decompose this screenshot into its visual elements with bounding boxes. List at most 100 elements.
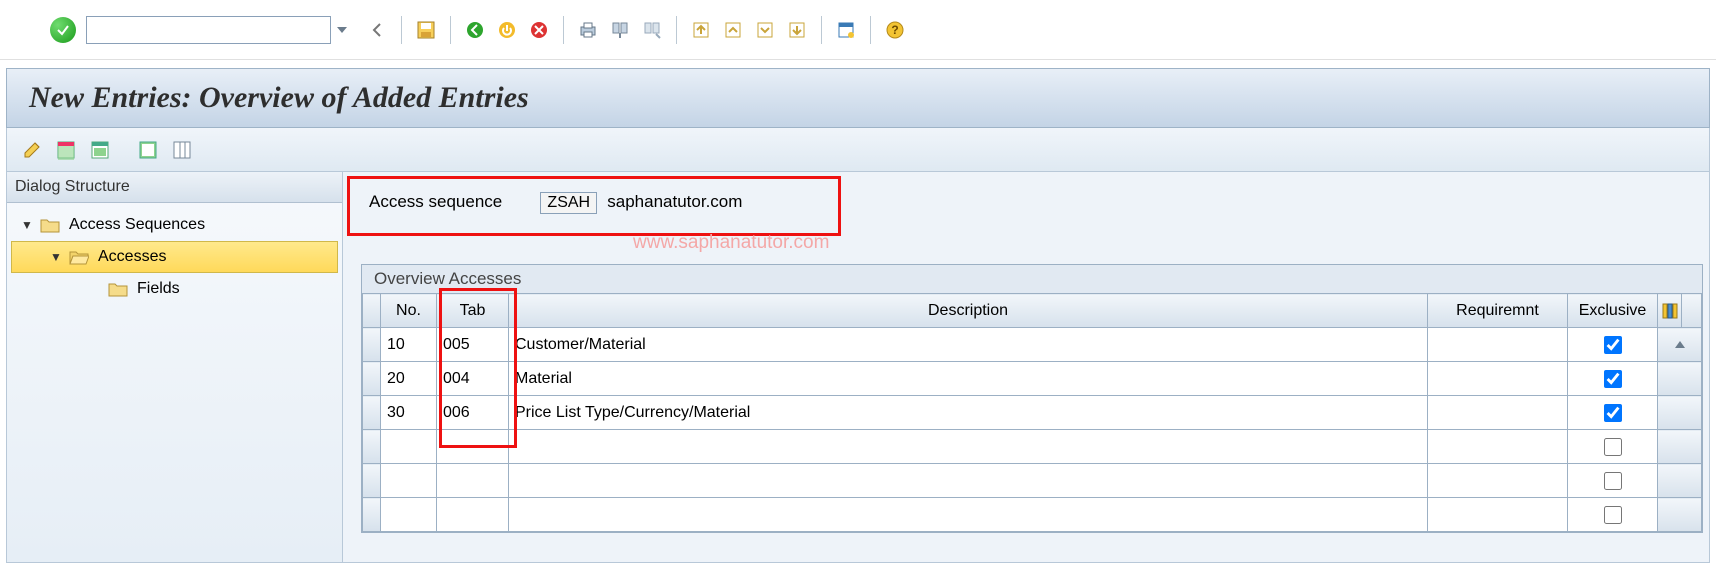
tree-node-fields[interactable]: ▼ Fields <box>11 273 338 305</box>
cell-no[interactable]: 10 <box>381 328 437 362</box>
configure-columns-icon[interactable] <box>171 139 193 161</box>
cell-desc[interactable]: Customer/Material <box>509 328 1428 362</box>
cell-no[interactable] <box>381 430 437 464</box>
select-block-icon[interactable] <box>89 139 111 161</box>
tree-label: Fields <box>137 280 180 298</box>
table-row: 10005Customer/Material <box>363 328 1702 362</box>
cell-tab[interactable]: 005 <box>437 328 509 362</box>
exclusive-checkbox[interactable] <box>1604 506 1622 524</box>
tree-node-access-sequences[interactable]: ▼ Access Sequences <box>11 209 338 241</box>
detail-pane: Access sequence ZSAH saphanatutor.com ww… <box>343 172 1709 562</box>
enter-button[interactable] <box>50 17 76 43</box>
access-sequence-label: Access sequence <box>369 192 502 212</box>
scroll-track[interactable] <box>1658 498 1702 532</box>
table-row: 20004Material <box>363 362 1702 396</box>
cell-desc[interactable] <box>509 498 1428 532</box>
cell-exclusive[interactable] <box>1568 464 1658 498</box>
cell-desc[interactable] <box>509 464 1428 498</box>
next-page-icon[interactable] <box>753 18 777 42</box>
cell-exclusive[interactable] <box>1568 362 1658 396</box>
cell-exclusive[interactable] <box>1568 328 1658 362</box>
exclusive-checkbox[interactable] <box>1604 370 1622 388</box>
cell-exclusive[interactable] <box>1568 396 1658 430</box>
cell-no[interactable] <box>381 464 437 498</box>
tree-label: Accesses <box>98 248 166 266</box>
folder-open-icon <box>68 248 90 266</box>
exclusive-checkbox[interactable] <box>1604 336 1622 354</box>
row-selector-header[interactable] <box>363 294 381 328</box>
row-selector[interactable] <box>363 498 381 532</box>
select-all-icon[interactable] <box>55 139 77 161</box>
row-selector[interactable] <box>363 430 381 464</box>
scroll-track[interactable] <box>1658 430 1702 464</box>
cell-no[interactable] <box>381 498 437 532</box>
print-icon[interactable] <box>576 18 600 42</box>
scroll-track[interactable] <box>1658 328 1702 362</box>
scroll-track[interactable] <box>1658 362 1702 396</box>
col-header-req[interactable]: Requiremnt <box>1428 294 1568 328</box>
cell-tab[interactable] <box>437 498 509 532</box>
cell-req[interactable] <box>1428 498 1568 532</box>
cell-req[interactable] <box>1428 362 1568 396</box>
exclusive-checkbox[interactable] <box>1604 404 1622 422</box>
scroll-track[interactable] <box>1658 464 1702 498</box>
row-selector[interactable] <box>363 396 381 430</box>
command-dropdown-icon[interactable] <box>337 27 347 33</box>
cell-tab[interactable]: 006 <box>437 396 509 430</box>
cell-tab[interactable]: 004 <box>437 362 509 396</box>
prev-page-icon[interactable] <box>721 18 745 42</box>
access-sequence-code: ZSAH <box>540 192 597 214</box>
command-field[interactable] <box>86 16 331 44</box>
new-session-icon[interactable] <box>834 18 858 42</box>
exclusive-checkbox[interactable] <box>1604 438 1622 456</box>
row-selector[interactable] <box>363 362 381 396</box>
scroll-up-icon[interactable] <box>1675 341 1685 348</box>
application-toolbar <box>6 128 1710 172</box>
col-header-tab[interactable]: Tab <box>437 294 509 328</box>
exit-icon[interactable] <box>495 18 519 42</box>
watermark-text: www.saphanatutor.com <box>633 232 829 254</box>
access-sequence-desc: saphanatutor.com <box>607 192 742 212</box>
tree-node-accesses[interactable]: ▼ Accesses <box>11 241 338 273</box>
collapse-icon[interactable]: ▼ <box>48 250 64 264</box>
row-selector[interactable] <box>363 464 381 498</box>
back-icon[interactable] <box>463 18 487 42</box>
exclusive-checkbox[interactable] <box>1604 472 1622 490</box>
table-row: 30006Price List Type/Currency/Material <box>363 396 1702 430</box>
find-icon[interactable] <box>608 18 632 42</box>
scroll-track[interactable] <box>1658 396 1702 430</box>
cell-exclusive[interactable] <box>1568 430 1658 464</box>
cell-tab[interactable] <box>437 464 509 498</box>
cell-desc[interactable] <box>509 430 1428 464</box>
col-header-exc[interactable]: Exclusive <box>1568 294 1658 328</box>
find-next-icon[interactable] <box>640 18 664 42</box>
cell-req[interactable] <box>1428 328 1568 362</box>
cell-tab[interactable] <box>437 430 509 464</box>
cell-req[interactable] <box>1428 430 1568 464</box>
dialog-structure-pane: Dialog Structure ▼ Access Sequences ▼ Ac… <box>7 172 343 562</box>
tree-label: Access Sequences <box>69 216 205 234</box>
cell-desc[interactable]: Material <box>509 362 1428 396</box>
col-header-desc[interactable]: Description <box>509 294 1428 328</box>
collapse-icon[interactable]: ▼ <box>19 218 35 232</box>
cell-req[interactable] <box>1428 396 1568 430</box>
overview-accesses-table: Overview Accesses No. Tab Description Re… <box>361 264 1703 533</box>
folder-closed-icon <box>39 216 61 234</box>
col-header-no[interactable]: No. <box>381 294 437 328</box>
cell-no[interactable]: 20 <box>381 362 437 396</box>
table-settings-button[interactable] <box>1658 294 1682 328</box>
first-page-icon[interactable] <box>689 18 713 42</box>
cell-exclusive[interactable] <box>1568 498 1658 532</box>
cell-no[interactable]: 30 <box>381 396 437 430</box>
cancel-icon[interactable] <box>527 18 551 42</box>
save-icon[interactable] <box>414 18 438 42</box>
cell-req[interactable] <box>1428 464 1568 498</box>
change-icon[interactable] <box>21 139 43 161</box>
help-icon[interactable]: ? <box>883 18 907 42</box>
table-row <box>363 498 1702 532</box>
menu-back-icon[interactable] <box>365 18 389 42</box>
deselect-all-icon[interactable] <box>137 139 159 161</box>
last-page-icon[interactable] <box>785 18 809 42</box>
row-selector[interactable] <box>363 328 381 362</box>
cell-desc[interactable]: Price List Type/Currency/Material <box>509 396 1428 430</box>
